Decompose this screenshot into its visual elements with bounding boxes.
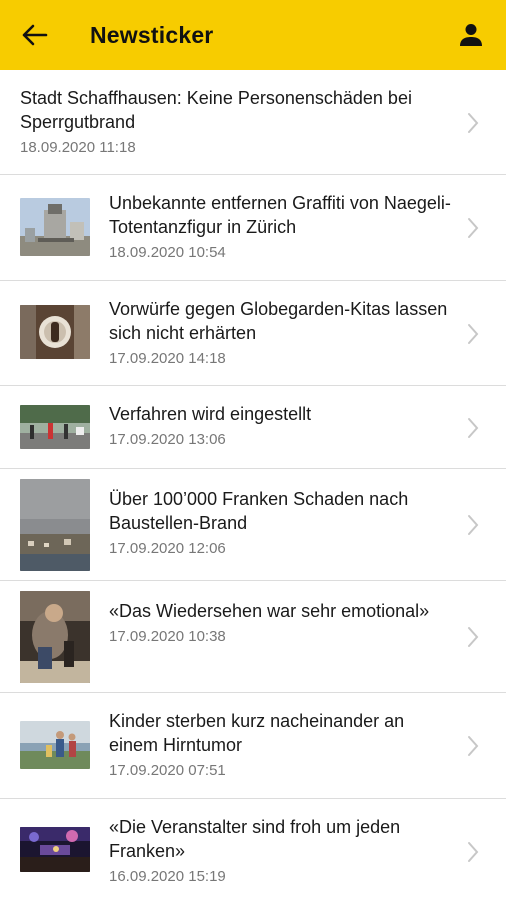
article-headline: Unbekannte entfernen Graffiti von Naegel… [109,193,451,237]
chevron-right-icon [468,324,479,344]
chevron-right-icon [468,515,479,535]
chevron-right-icon [468,736,479,756]
list-item[interactable]: «Das Wiedersehen war sehr emotional» 17.… [0,581,506,693]
list-item[interactable]: Über 100’000 Franken Schaden nach Bauste… [0,469,506,581]
article-thumbnail [20,591,90,683]
article-date: 18.09.2020 11:18 [20,139,136,156]
person-icon [460,24,482,46]
arrow-left-icon [22,24,48,46]
chevron-right-icon [468,113,479,133]
chevron-right-icon [468,842,479,862]
article-headline: Über 100’000 Franken Schaden nach Bauste… [109,489,409,533]
chevron-right-icon [468,418,479,438]
article-headline: Vorwürfe gegen Globegarden-Kitas lassen … [109,299,448,343]
account-button[interactable] [436,0,506,70]
list-item[interactable]: Unbekannte entfernen Graffiti von Naegel… [0,175,506,281]
article-date: 17.09.2020 13:06 [109,431,226,448]
article-date: 17.09.2020 14:18 [109,350,226,367]
list-item[interactable]: «Die Veranstalter sind froh um jeden Fra… [0,799,506,900]
article-headline: Stadt Schaffhausen: Keine Personenschäde… [20,88,412,132]
article-thumbnail [20,479,90,571]
back-button[interactable] [0,0,70,70]
article-date: 17.09.2020 07:51 [109,762,226,779]
list-item[interactable]: Kinder sterben kurz nacheinander an eine… [0,693,506,799]
article-date: 18.09.2020 10:54 [109,244,226,261]
article-headline: Kinder sterben kurz nacheinander an eine… [109,711,405,755]
chevron-right-icon [468,627,479,647]
article-thumbnail [20,198,90,256]
article-headline: «Das Wiedersehen war sehr emotional» [109,601,430,621]
article-thumbnail [20,721,90,769]
article-thumbnail [20,305,90,359]
app-header: Newsticker [0,0,506,70]
page-title: Newsticker [90,21,214,48]
article-headline: Verfahren wird eingestellt [109,404,312,424]
chevron-right-icon [468,218,479,238]
article-date: 17.09.2020 12:06 [109,540,226,557]
article-date: 17.09.2020 10:38 [109,628,226,645]
article-headline: «Die Veranstalter sind froh um jeden Fra… [109,817,401,861]
list-item[interactable]: Stadt Schaffhausen: Keine Personenschäde… [0,70,506,175]
list-item[interactable]: Vorwürfe gegen Globegarden-Kitas lassen … [0,281,506,386]
article-thumbnail [20,827,90,872]
article-thumbnail [20,405,90,449]
list-item[interactable]: Verfahren wird eingestellt 17.09.2020 13… [0,386,506,469]
article-date: 16.09.2020 15:19 [109,868,226,885]
